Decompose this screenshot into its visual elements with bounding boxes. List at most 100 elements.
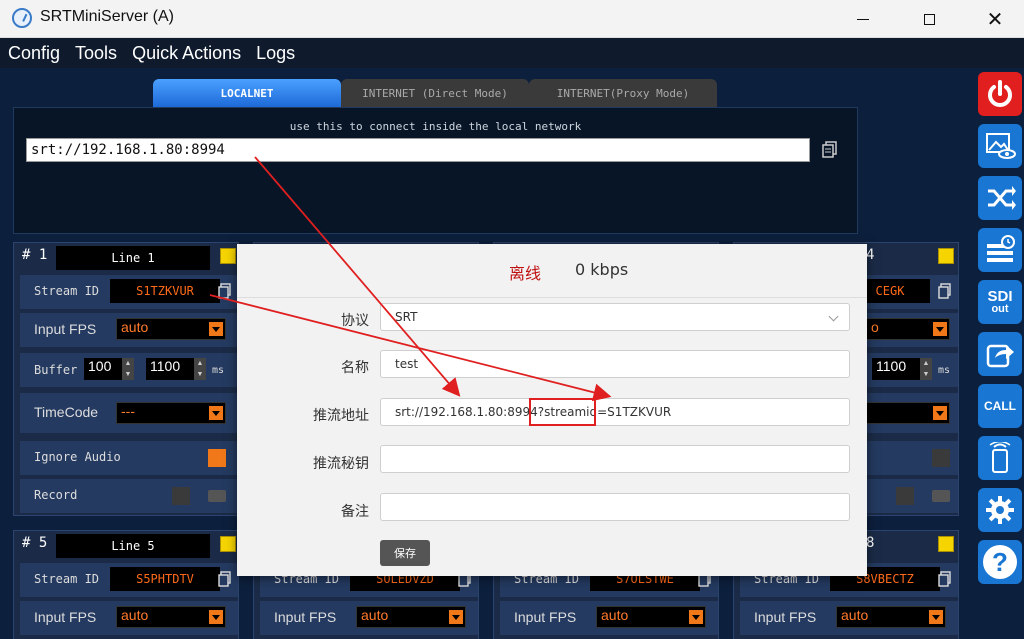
menu-logs[interactable]: Logs — [256, 43, 295, 64]
stepper-arrows-icon[interactable]: ▲ ▼ — [920, 358, 932, 380]
remote-phone-button[interactable] — [978, 436, 1022, 480]
input-fps-label: Input FPS — [754, 609, 817, 625]
buffer-label: Buffer — [34, 363, 78, 377]
line-number: # 1 — [22, 247, 48, 263]
sdi-label: SDI — [987, 288, 1013, 305]
input-fps-select[interactable]: auto — [356, 606, 466, 628]
input-fps-label: Input FPS — [34, 321, 97, 337]
status-text: 离线 — [509, 264, 542, 283]
line-number: 4 — [866, 247, 875, 263]
minimize-button[interactable] — [840, 0, 886, 38]
stream-id-label: Stream ID — [34, 572, 100, 586]
fps-value: auto — [121, 319, 149, 335]
share-button[interactable] — [978, 332, 1022, 376]
buffer-max-stepper[interactable]: 1100 ▲ ▼ — [872, 358, 932, 380]
connect-url-field[interactable]: srt://192.168.1.80:8994 — [26, 138, 810, 162]
input-fps-select[interactable]: auto — [596, 606, 706, 628]
line-name[interactable]: Line 5 — [56, 534, 210, 558]
timecode-select[interactable]: --- — [116, 402, 226, 424]
buffer-max-value: 1100 — [150, 358, 181, 374]
push-key-label: 推流秘钥 — [313, 456, 369, 472]
schedule-list-icon — [987, 235, 1015, 262]
timecode-label: TimeCode — [34, 404, 99, 420]
divider — [237, 297, 867, 298]
chevron-down-icon — [933, 406, 947, 420]
sdi-out-label: out — [991, 303, 1009, 315]
fps-value: auto — [361, 607, 389, 623]
fps-value: auto — [121, 607, 149, 623]
shuffle-button[interactable] — [978, 176, 1022, 220]
settings-button[interactable] — [978, 488, 1022, 532]
ignore-audio-checkbox[interactable] — [932, 449, 950, 467]
gear-icon — [986, 496, 1014, 524]
buffer-max-stepper[interactable]: 1100 ▲ ▼ — [146, 358, 206, 380]
status-led — [938, 536, 954, 552]
schedule-button[interactable] — [978, 228, 1022, 272]
tab-localnet[interactable]: LOCALNET — [153, 79, 341, 107]
input-fps-select[interactable]: o — [866, 318, 950, 340]
sdi-out-button[interactable]: SDI out — [978, 280, 1022, 324]
copy-icon[interactable] — [822, 141, 838, 159]
record-checkbox[interactable] — [896, 487, 914, 505]
timecode-select[interactable] — [866, 402, 950, 424]
close-button[interactable]: ✕ — [972, 0, 1018, 38]
line-number: 8 — [866, 535, 875, 551]
tab-internet-proxy[interactable]: INTERNET(Proxy Mode) — [529, 79, 717, 107]
record-checkbox[interactable] — [172, 487, 190, 505]
folder-icon[interactable] — [932, 490, 950, 502]
stepper-arrows-icon[interactable]: ▲ ▼ — [194, 358, 206, 380]
line-card-1: # 1 Line 1 Stream ID S1TZKVUR Input FPS … — [13, 242, 239, 516]
name-field[interactable]: test — [380, 350, 850, 378]
note-field[interactable] — [380, 493, 850, 521]
protocol-select[interactable]: SRT — [380, 303, 850, 331]
minimize-icon — [857, 18, 869, 20]
status-led — [938, 248, 954, 264]
fps-value: auto — [601, 607, 629, 623]
help-label: ? — [992, 546, 1008, 577]
stream-config-dialog: 离线 0 kbps 协议 SRT 名称 test 推流地址 srt://192.… — [237, 244, 867, 576]
help-button[interactable]: ? — [978, 540, 1022, 584]
input-fps-label: Input FPS — [274, 609, 337, 625]
buffer-min-stepper[interactable]: 100 ▲ ▼ — [84, 358, 134, 380]
chevron-down-icon — [933, 322, 947, 336]
preview-button[interactable] — [978, 124, 1022, 168]
tab-internet-direct[interactable]: INTERNET (Direct Mode) — [341, 79, 529, 107]
copy-icon[interactable] — [938, 283, 952, 299]
help-icon: ? — [983, 545, 1017, 579]
line-name[interactable]: Line 1 — [56, 246, 210, 270]
name-label: 名称 — [341, 360, 369, 376]
folder-icon[interactable] — [208, 490, 226, 502]
chevron-down-icon — [828, 311, 839, 322]
ignore-audio-checkbox[interactable] — [208, 449, 226, 467]
menu-config[interactable]: Config — [8, 43, 60, 64]
stream-id-label: Stream ID — [34, 284, 100, 298]
chevron-down-icon — [449, 610, 463, 624]
menu-quick-actions[interactable]: Quick Actions — [132, 43, 241, 64]
ms-unit: ms — [212, 365, 225, 376]
fps-value: auto — [841, 607, 869, 623]
chevron-down-icon — [209, 406, 223, 420]
protocol-label: 协议 — [341, 313, 369, 329]
stepper-arrows-icon[interactable]: ▲ ▼ — [122, 358, 134, 380]
power-icon — [988, 80, 1012, 107]
input-fps-select[interactable]: auto — [836, 606, 946, 628]
fps-value: o — [871, 319, 879, 335]
input-fps-select[interactable]: auto — [116, 606, 226, 628]
phone-signal-icon — [989, 442, 1011, 473]
call-label: CALL — [984, 399, 1016, 413]
copy-icon[interactable] — [938, 571, 952, 587]
maximize-button[interactable] — [906, 0, 952, 38]
timecode-value: --- — [121, 403, 135, 419]
call-button[interactable]: CALL — [978, 384, 1022, 428]
push-key-field[interactable] — [380, 445, 850, 473]
push-url-field[interactable]: srt://192.168.1.80:8994?streamid=S1TZKVU… — [380, 398, 850, 426]
power-button[interactable] — [978, 72, 1022, 116]
save-button[interactable]: 保存 — [380, 540, 430, 566]
input-fps-select[interactable]: auto — [116, 318, 226, 340]
menu-bar: Config Tools Quick Actions Logs — [0, 38, 1024, 68]
copy-icon[interactable] — [218, 283, 232, 299]
window-title: SRTMiniServer (A) — [40, 8, 174, 25]
copy-icon[interactable] — [218, 571, 232, 587]
menu-tools[interactable]: Tools — [75, 43, 117, 64]
maximize-icon — [923, 13, 935, 25]
